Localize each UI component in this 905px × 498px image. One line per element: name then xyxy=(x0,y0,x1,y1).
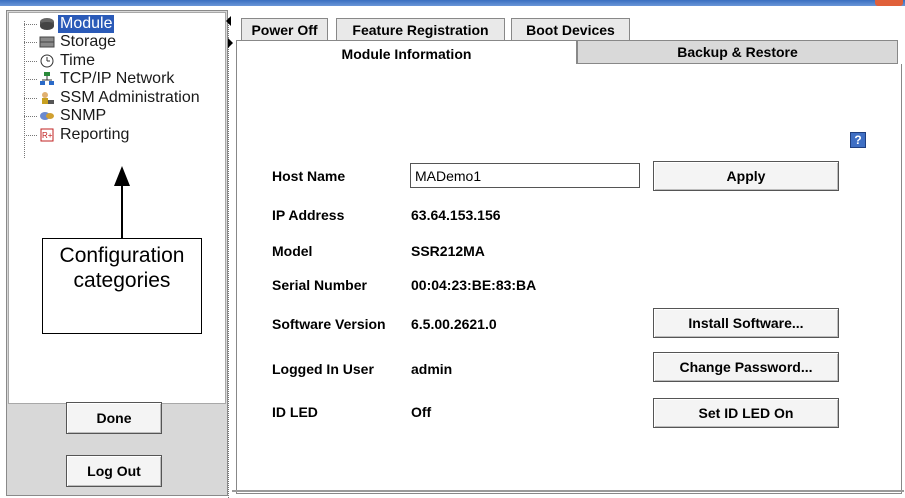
serial-number-label: Serial Number xyxy=(272,277,367,293)
id-led-value: Off xyxy=(411,404,432,420)
tab-module-information[interactable]: Module Information xyxy=(236,40,577,66)
tab-boot-devices[interactable]: Boot Devices xyxy=(511,18,630,40)
annotation-line-2: categories xyxy=(73,269,171,292)
tree-item-ssm-administration[interactable]: SSM Administration xyxy=(24,89,202,107)
reporting-icon: R+ xyxy=(39,127,55,143)
apply-button[interactable]: Apply xyxy=(653,161,839,191)
set-id-led-on-button[interactable]: Set ID LED On xyxy=(653,398,839,428)
model-value: SSR212MA xyxy=(411,243,485,259)
software-version-value: 6.5.00.2621.0 xyxy=(411,316,497,332)
tab-feature-registration[interactable]: Feature Registration xyxy=(336,18,505,40)
serial-number-value: 00:04:23:BE:83:BA xyxy=(411,277,537,293)
model-label: Model xyxy=(272,243,313,259)
snmp-icon xyxy=(39,108,55,124)
expand-right-arrow-icon[interactable] xyxy=(228,38,233,48)
help-icon[interactable]: ? xyxy=(850,132,866,148)
module-icon xyxy=(39,16,55,32)
window-close-corner[interactable] xyxy=(875,0,903,6)
collapse-left-arrow-icon[interactable] xyxy=(226,16,231,26)
tab-backup-restore[interactable]: Backup & Restore xyxy=(577,40,898,64)
clock-icon xyxy=(39,53,55,69)
tree-item-snmp[interactable]: SNMP xyxy=(24,107,108,125)
panel-bottom-border xyxy=(232,490,904,492)
host-name-label: Host Name xyxy=(272,168,346,184)
tree-item-label: Reporting xyxy=(60,126,130,143)
logged-in-user-label: Logged In User xyxy=(272,361,374,377)
install-software-button[interactable]: Install Software... xyxy=(653,308,839,338)
tree-item-label: Module xyxy=(58,15,115,33)
network-icon xyxy=(39,71,55,87)
done-button[interactable]: Done xyxy=(66,402,162,434)
tree-item-storage[interactable]: Storage xyxy=(24,33,118,51)
annotation-line-1: Configuration xyxy=(59,244,185,267)
tree-item-tcpip-network[interactable]: TCP/IP Network xyxy=(24,70,176,88)
ip-address-value: 63.64.153.156 xyxy=(411,207,501,223)
annotation-arrow-line xyxy=(121,176,123,238)
id-led-label: ID LED xyxy=(272,404,318,420)
tree-item-reporting[interactable]: R+ Reporting xyxy=(24,126,131,144)
panel-splitter[interactable] xyxy=(228,18,232,498)
tree-item-label: SSM Administration xyxy=(60,89,200,106)
tree-item-label: TCP/IP Network xyxy=(60,70,175,87)
logged-in-user-value: admin xyxy=(411,361,453,377)
tree-item-time[interactable]: Time xyxy=(24,52,97,70)
admin-icon xyxy=(39,90,55,106)
logout-button[interactable]: Log Out xyxy=(66,455,162,487)
tree-item-label: SNMP xyxy=(60,107,107,124)
storage-icon xyxy=(39,34,55,50)
tree-item-module[interactable]: Module xyxy=(24,15,115,33)
svg-text:R+: R+ xyxy=(42,131,53,140)
tab-power-off[interactable]: Power Off xyxy=(241,18,328,40)
change-password-button[interactable]: Change Password... xyxy=(653,352,839,382)
ip-address-label: IP Address xyxy=(272,207,345,223)
host-name-input[interactable] xyxy=(410,163,640,188)
tree-item-label: Time xyxy=(60,52,95,69)
software-version-label: Software Version xyxy=(272,316,386,332)
configuration-tree: Module Storage Time TCP/IP Network SSM A… xyxy=(8,12,226,404)
title-bar-strip xyxy=(0,0,905,6)
annotation-callout: Configuration categories xyxy=(42,238,202,334)
tree-item-label: Storage xyxy=(60,33,117,50)
